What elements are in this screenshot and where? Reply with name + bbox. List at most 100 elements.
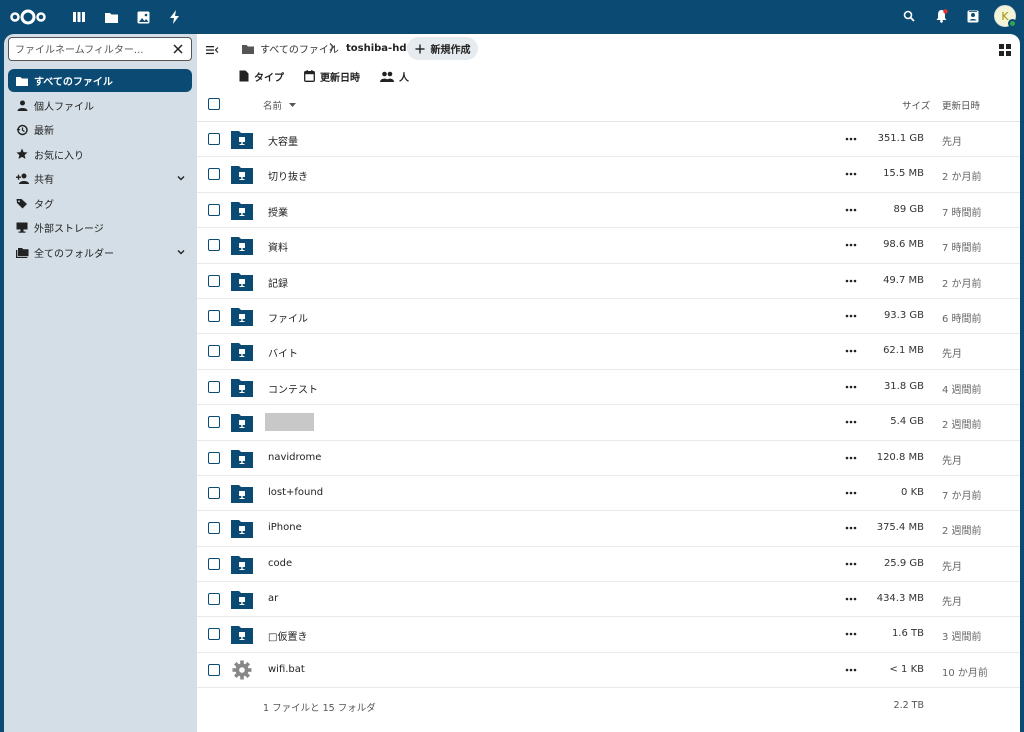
file-name[interactable]: □仮置き <box>268 628 307 643</box>
more-actions-icon[interactable] <box>844 167 858 181</box>
table-row[interactable]: コンテスト 31.8 GB 4 週間前 <box>197 370 1020 406</box>
table-row[interactable]: lost+found 0 KB 7 か月前 <box>197 476 1020 512</box>
file-name[interactable]: 資料 <box>268 239 288 254</box>
chevron-right-icon <box>328 42 336 55</box>
more-actions-icon[interactable] <box>844 344 858 358</box>
file-name[interactable]: 大容量 <box>268 133 298 148</box>
avatar[interactable]: K <box>994 5 1017 28</box>
table-row[interactable]: 切り抜き 15.5 MB 2 か月前 <box>197 157 1020 193</box>
sidebar-item-recent[interactable]: 最新 <box>8 118 192 141</box>
sidebar-item-favorites[interactable]: お気に入り <box>8 143 192 166</box>
table-row[interactable]: □仮置き 1.6 TB 3 週間前 <box>197 617 1020 653</box>
more-actions-icon[interactable] <box>844 663 858 677</box>
row-checkbox[interactable] <box>208 416 220 429</box>
file-name[interactable]: バイト <box>268 345 298 360</box>
row-checkbox[interactable] <box>208 628 220 641</box>
file-name[interactable]: 記録 <box>268 275 288 290</box>
file-name[interactable]: 切り抜き <box>268 168 308 183</box>
row-checkbox[interactable] <box>208 133 220 145</box>
row-checkbox[interactable] <box>208 309 220 322</box>
more-actions-icon[interactable] <box>844 557 858 571</box>
table-row[interactable]: code 25.9 GB 先月 <box>197 547 1020 583</box>
new-button-label: 新規作成 <box>430 45 471 56</box>
row-checkbox[interactable] <box>208 239 220 252</box>
file-name[interactable]: ar <box>268 593 278 604</box>
column-header-modified[interactable]: 更新日時 <box>942 98 980 112</box>
row-checkbox[interactable] <box>208 557 220 570</box>
new-button[interactable]: 新規作成 <box>407 37 478 60</box>
search-icon[interactable] <box>898 5 920 27</box>
table-row[interactable]: 大容量 351.1 GB 先月 <box>197 122 1020 158</box>
more-actions-icon[interactable] <box>844 415 858 429</box>
more-actions-icon[interactable] <box>844 521 858 535</box>
more-actions-icon[interactable] <box>844 309 858 323</box>
files-icon[interactable] <box>100 7 122 27</box>
row-checkbox[interactable] <box>208 593 220 606</box>
breadcrumb-home[interactable]: すべてのファイル <box>242 41 339 56</box>
contacts-icon[interactable] <box>962 5 984 27</box>
row-checkbox[interactable] <box>208 345 220 358</box>
sidebar-item-personal-files[interactable]: 個人ファイル <box>8 94 192 117</box>
table-row[interactable]: wifi.bat < 1 KB 10 か月前 <box>197 653 1020 689</box>
more-actions-icon[interactable] <box>844 132 858 146</box>
table-row[interactable]: ar 434.3 MB 先月 <box>197 582 1020 618</box>
redacted-file-name[interactable] <box>265 413 314 432</box>
chevron-down-icon[interactable] <box>176 247 186 257</box>
file-name[interactable]: ファイル <box>268 310 308 325</box>
table-row[interactable]: iPhone 375.4 MB 2 週間前 <box>197 511 1020 547</box>
table-row[interactable]: 資料 98.6 MB 7 時間前 <box>197 228 1020 264</box>
sort-by-name[interactable]: 名前 <box>263 98 298 112</box>
more-actions-icon[interactable] <box>844 238 858 252</box>
dashboard-icon[interactable] <box>68 7 90 27</box>
file-name[interactable]: navidrome <box>268 452 321 463</box>
photos-icon[interactable] <box>132 7 154 27</box>
sidebar-item-all-folders[interactable]: 全てのフォルダー <box>8 241 192 264</box>
activity-icon[interactable] <box>164 7 186 27</box>
file-name[interactable]: 授業 <box>268 204 288 219</box>
toggle-navigation-icon[interactable] <box>205 42 219 56</box>
more-actions-icon[interactable] <box>844 451 858 465</box>
file-name[interactable]: コンテスト <box>268 381 318 396</box>
row-checkbox[interactable] <box>208 663 220 676</box>
row-checkbox[interactable] <box>208 451 220 464</box>
table-row[interactable]: 授業 89 GB 7 時間前 <box>197 193 1020 229</box>
table-row[interactable]: ファイル 93.3 GB 6 時間前 <box>197 299 1020 335</box>
sidebar-item-all-files[interactable]: すべてのファイル <box>8 69 192 92</box>
chevron-down-icon[interactable] <box>176 173 186 183</box>
column-header-size[interactable]: サイズ <box>902 98 930 112</box>
table-row[interactable]: navidrome 120.8 MB 先月 <box>197 441 1020 476</box>
file-name[interactable]: wifi.bat <box>268 664 305 675</box>
more-actions-icon[interactable] <box>844 274 858 288</box>
close-icon[interactable] <box>170 41 186 57</box>
notifications-icon[interactable] <box>930 5 952 27</box>
filter-type[interactable]: タイプ <box>239 68 284 84</box>
nextcloud-logo[interactable] <box>9 7 47 27</box>
row-checkbox[interactable] <box>208 274 220 287</box>
file-name[interactable]: lost+found <box>268 487 323 498</box>
row-checkbox[interactable] <box>208 203 220 216</box>
more-actions-icon[interactable] <box>844 592 858 606</box>
file-size: 351.1 GB <box>877 133 924 144</box>
table-row[interactable]: バイト 62.1 MB 先月 <box>197 334 1020 370</box>
row-checkbox[interactable] <box>208 486 220 499</box>
row-checkbox[interactable] <box>208 380 220 393</box>
sidebar-item-external-storage[interactable]: 外部ストレージ <box>8 216 192 239</box>
file-name[interactable]: iPhone <box>268 522 302 533</box>
filter-people[interactable]: 人 <box>380 68 409 84</box>
grid-view-icon[interactable] <box>998 42 1012 56</box>
select-all-checkbox[interactable] <box>208 98 220 110</box>
more-actions-icon[interactable] <box>844 203 858 217</box>
sidebar-item-tags[interactable]: タグ <box>8 192 192 215</box>
row-checkbox[interactable] <box>208 168 220 181</box>
filename-filter-input[interactable] <box>15 40 165 61</box>
row-checkbox[interactable] <box>208 522 220 535</box>
file-name[interactable]: code <box>268 558 292 569</box>
breadcrumb-current[interactable]: toshiba-hdd <box>346 43 414 54</box>
table-row[interactable]: 5.4 GB 2 週間前 <box>197 405 1020 441</box>
sidebar-item-shares[interactable]: 共有 <box>8 167 192 190</box>
filter-modified[interactable]: 更新日時 <box>304 68 360 84</box>
more-actions-icon[interactable] <box>844 627 858 641</box>
more-actions-icon[interactable] <box>844 486 858 500</box>
more-actions-icon[interactable] <box>844 380 858 394</box>
table-row[interactable]: 記録 49.7 MB 2 か月前 <box>197 264 1020 299</box>
